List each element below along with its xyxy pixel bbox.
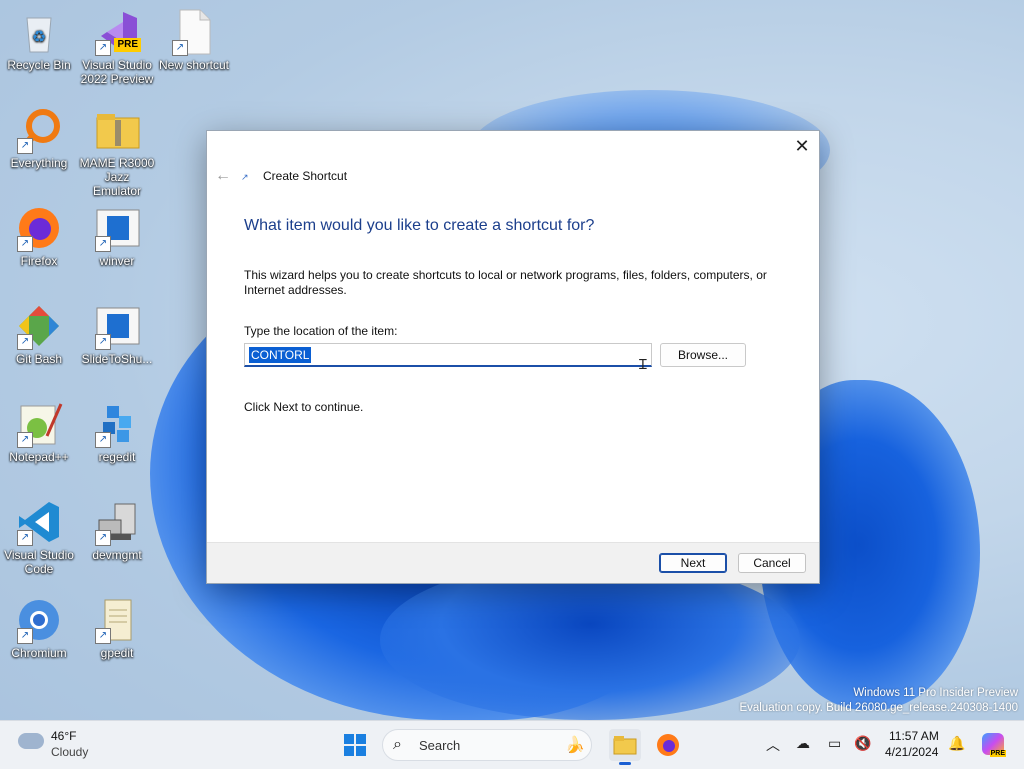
device-manager-icon: ↗ (93, 498, 141, 546)
shortcut-arrow-icon: ↗ (17, 138, 33, 154)
windows-logo-pane (344, 746, 354, 756)
desktop-icon-firefox[interactable]: ↗ Firefox (1, 198, 77, 268)
taskbar-search[interactable]: ⌕ Search 🍌 (382, 729, 592, 761)
shortcut-arrow-icon: ↗ (172, 40, 188, 56)
shortcut-arrow-icon: ↗ (95, 334, 111, 350)
desktop-icon-visual-studio-preview[interactable]: PRE ↗ Visual Studio 2022 Preview (79, 2, 155, 86)
volume-muted-icon[interactable]: 🔇 (854, 735, 871, 752)
shortcut-arrow-icon: ↗ (17, 530, 33, 546)
chromium-icon: ↗ (15, 596, 63, 644)
shortcut-arrow-icon: ↗ (17, 628, 33, 644)
next-button[interactable]: Next (659, 553, 727, 573)
magnifier-orange-icon: ↗ (15, 106, 63, 154)
windows-logo-pane (356, 746, 366, 756)
shortcut-arrow-icon: ↗ (95, 628, 111, 644)
weather-temperature[interactable]: 46°F (51, 729, 76, 743)
watermark-line2: Evaluation copy. Build 26080.ge_release.… (739, 702, 1018, 714)
location-input-value: CONTORL (249, 347, 312, 363)
git-bash-icon: ↗ (15, 302, 63, 350)
desktop-icon-notepad-plus-plus[interactable]: ↗ Notepad++ (1, 394, 77, 464)
windows-logo-icon (344, 734, 354, 744)
search-highlight-icon: 🍌 (565, 737, 585, 754)
shortcut-wizard-icon: ↗ (241, 172, 249, 182)
create-shortcut-dialog: ✕ ← ↗ Create Shortcut What item would yo… (206, 130, 820, 584)
svg-text:♻: ♻ (32, 29, 46, 46)
wizard-heading: What item would you like to create a sho… (244, 217, 595, 234)
shortcut-arrow-icon: ↗ (95, 236, 111, 252)
desktop-icon-winver[interactable]: ↗ winver (79, 198, 155, 268)
recycle-bin-icon: ♻ (15, 8, 63, 56)
visual-studio-icon: PRE ↗ (93, 8, 141, 56)
vscode-icon: ↗ (15, 498, 63, 546)
cancel-button[interactable]: Cancel (738, 553, 806, 573)
back-arrow-icon[interactable]: ← (215, 167, 231, 185)
text-cursor-icon: Ɪ (639, 356, 647, 372)
cloud-icon[interactable] (18, 733, 44, 749)
shortcut-arrow-icon: ↗ (17, 334, 33, 350)
shortcut-arrow-icon: ↗ (95, 530, 111, 546)
shortcut-arrow-icon: ↗ (17, 236, 33, 252)
network-disconnected-icon[interactable]: ☁ (796, 735, 810, 752)
browse-button[interactable]: Browse... (660, 343, 746, 367)
dialog-title: Create Shortcut (263, 169, 348, 183)
shortcut-arrow-icon: ↗ (17, 432, 33, 448)
desktop-icon-git-bash[interactable]: ↗ Git Bash (1, 296, 77, 366)
taskbar-file-explorer[interactable] (609, 729, 641, 765)
desktop-icon-regedit[interactable]: ↗ regedit (79, 394, 155, 464)
firefox-icon (657, 734, 679, 756)
notification-bell-icon[interactable]: 🔔 (948, 735, 965, 752)
copilot-icon[interactable]: PRE (982, 733, 1006, 757)
search-icon: ⌕ (393, 736, 402, 753)
desktop-icon-chromium[interactable]: ↗ Chromium (1, 590, 77, 660)
desktop-icon-everything[interactable]: ↗ Everything (1, 100, 77, 170)
desktop-icon-devmgmt[interactable]: ↗ devmgmt (79, 492, 155, 562)
search-placeholder: Search (419, 738, 461, 753)
desktop-icon-gpedit[interactable]: ↗ gpedit (79, 590, 155, 660)
display-icon[interactable]: ▭ (828, 735, 841, 752)
location-label: Type the location of the item: (244, 324, 398, 338)
wizard-description: This wizard helps you to create shortcut… (244, 268, 767, 297)
registry-editor-icon: ↗ (93, 400, 141, 448)
close-icon[interactable]: ✕ (793, 137, 811, 155)
desktop-icon-new-shortcut[interactable]: ↗ New shortcut (156, 2, 232, 72)
desktop-icon-vscode[interactable]: ↗ Visual Studio Code (1, 492, 77, 576)
location-input[interactable]: CONTORL (244, 343, 652, 367)
window-app-icon: ↗ (93, 204, 141, 252)
folder-icon (613, 736, 637, 755)
watermark-line1: Windows 11 Pro Insider Preview (853, 687, 1018, 699)
shortcut-arrow-icon: ↗ (95, 432, 111, 448)
weather-condition[interactable]: Cloudy (51, 745, 88, 759)
clock-time[interactable]: 11:57 AM (889, 729, 939, 743)
clock-date[interactable]: 4/21/2024 (885, 745, 938, 759)
copilot-pre-badge: PRE (989, 750, 1006, 757)
dialog-footer: Next Cancel (207, 542, 819, 583)
desktop-icon-recycle-bin[interactable]: ♻ Recycle Bin (1, 2, 77, 72)
taskbar-firefox[interactable] (652, 729, 684, 761)
blank-file-icon: ↗ (170, 8, 218, 56)
desktop-icon-slidetoshutdown[interactable]: ↗ SlideToShu... (79, 296, 155, 366)
shortcut-arrow-icon: ↗ (95, 40, 111, 56)
window-app-icon: ↗ (93, 302, 141, 350)
continue-hint: Click Next to continue. (244, 400, 364, 414)
taskbar: 46°F Cloudy ⌕ Search 🍌 ︿ ☁ ▭ 🔇 11:57 AM … (0, 720, 1024, 769)
scroll-document-icon: ↗ (93, 596, 141, 644)
windows-logo-pane (356, 734, 366, 744)
desktop-icon-mame[interactable]: MAME R3000 Jazz Emulator (79, 100, 155, 198)
wallpaper-bloom-bottom (380, 560, 800, 720)
firefox-icon: ↗ (15, 204, 63, 252)
zip-folder-icon (93, 106, 141, 154)
notepad-plus-plus-icon: ↗ (15, 400, 63, 448)
chevron-up-icon[interactable]: ︿ (766, 735, 780, 755)
start-button[interactable] (344, 734, 366, 756)
active-indicator (619, 762, 631, 765)
